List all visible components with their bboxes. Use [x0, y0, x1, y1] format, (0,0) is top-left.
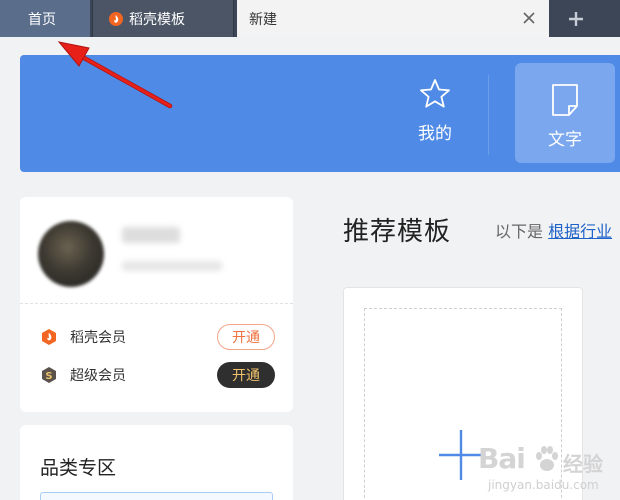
tab-new-label: 新建: [249, 11, 277, 28]
recommend-subtitle-prefix: 以下是: [495, 222, 544, 241]
tab-bar: 首页 稻壳模板 新建: [0, 0, 620, 37]
star-icon: [420, 79, 450, 108]
svg-text:S: S: [45, 371, 52, 382]
nav-mine[interactable]: 我的: [390, 75, 480, 144]
nav-mine-label: 我的: [418, 124, 452, 144]
add-tab-icon[interactable]: [556, 0, 596, 37]
user-card: 稻壳会员 开通 S 超级会员 开通: [20, 197, 293, 412]
close-icon[interactable]: [521, 10, 537, 26]
tab-home-label: 首页: [28, 11, 56, 28]
nav-text-label: 文字: [548, 130, 582, 150]
daoke-member-label: 稻壳会员: [70, 330, 126, 346]
banner-divider: [488, 75, 489, 155]
watermark-brand: Bai: [478, 442, 526, 475]
category-item-highlighted[interactable]: [40, 492, 273, 500]
category-title: 品类专区: [40, 457, 117, 479]
super-member-icon: S: [42, 367, 56, 383]
daoke-member-icon: [42, 329, 56, 345]
open-daoke-member-button[interactable]: 开通: [217, 324, 275, 350]
recommend-title: 推荐模板: [343, 217, 452, 247]
paw-icon: [536, 446, 558, 471]
industry-link[interactable]: 根据行业: [548, 222, 612, 241]
daoke-flame-icon: [109, 11, 123, 26]
tab-daoke-label: 稻壳模板: [129, 11, 185, 28]
open-super-member-button[interactable]: 开通: [217, 362, 275, 388]
tab-new[interactable]: 新建: [237, 0, 549, 37]
tab-home[interactable]: 首页: [0, 0, 90, 37]
recommend-subtitle: 以下是 根据行业: [495, 218, 612, 242]
super-member-label: 超级会员: [70, 368, 126, 384]
watermark-url: jingyan.baidu.com: [488, 478, 599, 492]
user-info-blurred: [122, 261, 222, 271]
watermark-brand-cn: 经验: [563, 452, 603, 476]
avatar[interactable]: [38, 221, 104, 287]
baidu-jingyan-watermark: Bai 经验 jingyan.baidu.com: [478, 440, 618, 496]
tab-daoke-templates[interactable]: 稻壳模板: [92, 0, 234, 37]
plus-icon: [439, 430, 483, 480]
member-row-daoke: 稻壳会员 开通: [40, 324, 275, 350]
username-blurred: [122, 227, 180, 243]
document-icon: [552, 84, 578, 116]
category-card: 品类专区: [20, 425, 293, 500]
card-divider: [20, 303, 293, 304]
annotation-arrow-icon: [57, 41, 173, 109]
member-row-super: S 超级会员 开通: [40, 362, 275, 388]
nav-text[interactable]: 文字: [515, 63, 615, 163]
